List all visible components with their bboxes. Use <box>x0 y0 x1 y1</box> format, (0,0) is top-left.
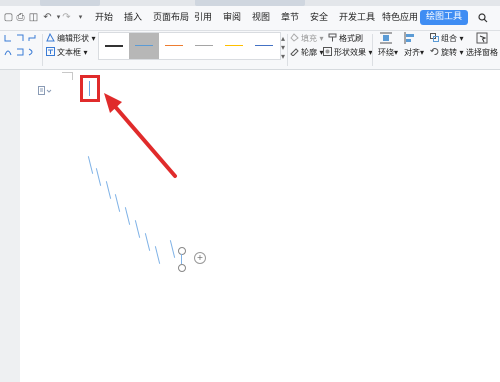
annotation-arrow <box>104 93 177 178</box>
